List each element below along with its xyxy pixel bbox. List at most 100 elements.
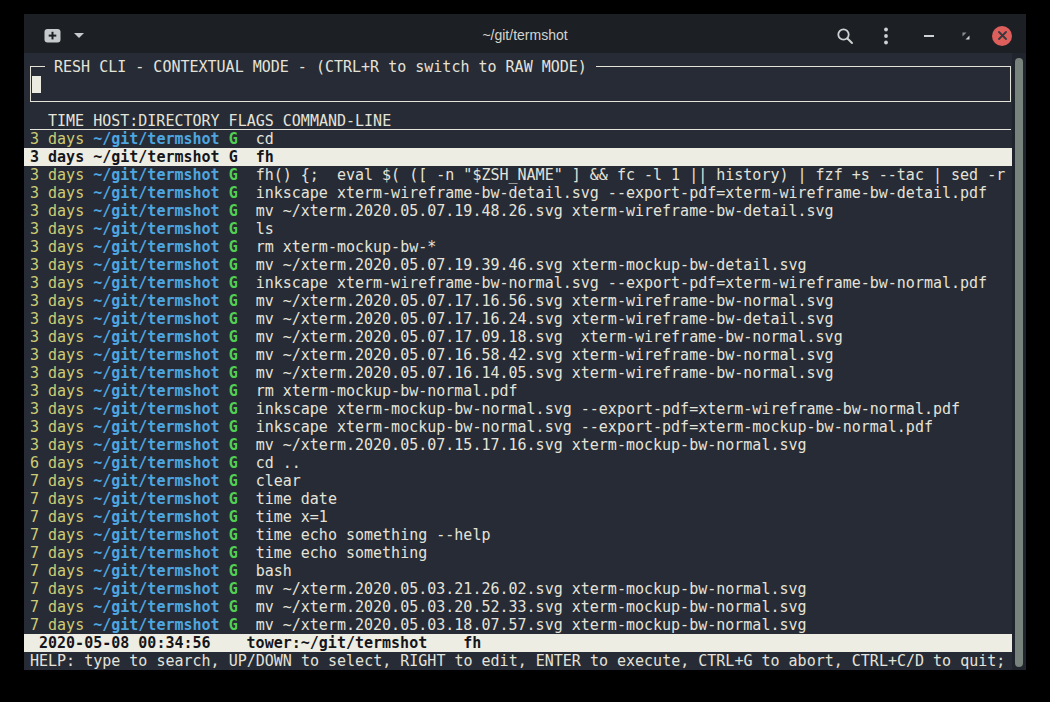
row-flags: G [229, 616, 238, 634]
row-command: inkscape xterm-wireframe-bw-normal.svg -… [256, 274, 988, 292]
row-command: fh() {; eval $( ([ -n "$ZSH_NAME" ] && f… [256, 166, 1006, 184]
history-row[interactable]: 3 days~/git/termshotGmv ~/xterm.2020.05.… [24, 310, 1012, 328]
row-flags: G [229, 526, 238, 544]
row-command: time x=1 [256, 508, 328, 526]
row-host-directory: ~/git/termshot [93, 562, 219, 580]
row-host-directory: ~/git/termshot [93, 508, 219, 526]
row-time: 3 days [30, 364, 84, 382]
text-cursor [32, 76, 41, 93]
row-flags: G [229, 184, 238, 202]
history-row[interactable]: 7 days~/git/termshotGmv ~/xterm.2020.05.… [24, 616, 1012, 634]
status-bar: 2020-05-08 00:34:56tower:~/git/termshotf… [24, 634, 1012, 652]
search-button[interactable] [835, 16, 855, 55]
row-command: mv ~/xterm.2020.05.07.16.14.05.svg xterm… [256, 364, 834, 382]
row-command: bash [256, 562, 292, 580]
row-flags: G [229, 256, 238, 274]
history-row[interactable]: 6 days~/git/termshotGcd .. [24, 454, 1012, 472]
row-time: 7 days [30, 562, 84, 580]
row-host-directory: ~/git/termshot [93, 418, 219, 436]
row-time: 3 days [30, 436, 84, 454]
history-row[interactable]: 3 days~/git/termshotGfh [24, 148, 1012, 166]
history-row[interactable]: 7 days~/git/termshotGtime echo something [24, 544, 1012, 562]
row-time: 3 days [30, 346, 84, 364]
row-host-directory: ~/git/termshot [93, 490, 219, 508]
history-row[interactable]: 7 days~/git/termshotGclear [24, 472, 1012, 490]
row-time: 7 days [30, 490, 84, 508]
row-host-directory: ~/git/termshot [93, 256, 219, 274]
row-command: rm xterm-mockup-bw-normal.pdf [256, 382, 518, 400]
minimize-button[interactable] [923, 16, 936, 55]
history-row[interactable]: 7 days~/git/termshotGmv ~/xterm.2020.05.… [24, 580, 1012, 598]
row-flags: G [229, 436, 238, 454]
history-row[interactable]: 3 days~/git/termshotGinkscape xterm-mock… [24, 400, 1012, 418]
row-flags: G [229, 328, 238, 346]
row-time: 7 days [30, 472, 84, 490]
history-row[interactable]: 7 days~/git/termshotGmv ~/xterm.2020.05.… [24, 598, 1012, 616]
row-command: mv ~/xterm.2020.05.07.19.39.46.svg xterm… [256, 256, 807, 274]
history-row[interactable]: 3 days~/git/termshotGinkscape xterm-mock… [24, 418, 1012, 436]
row-command: mv ~/xterm.2020.05.07.16.58.42.svg xterm… [256, 346, 834, 364]
row-time: 7 days [30, 526, 84, 544]
row-time: 3 days [30, 166, 84, 184]
row-flags: G [229, 562, 238, 580]
history-row[interactable]: 7 days ~/git/termshot Gbash [24, 562, 1012, 580]
row-command: mv ~/xterm.2020.05.07.17.16.24.svg xterm… [256, 310, 834, 328]
history-row[interactable]: 3 days~/git/termshotGmv ~/xterm.2020.05.… [24, 292, 1012, 310]
row-command: cd .. [256, 454, 301, 472]
row-command: mv ~/xterm.2020.05.03.18.07.57.svg xterm… [256, 616, 807, 634]
row-time: 3 days [30, 418, 84, 436]
menu-button[interactable] [879, 16, 893, 55]
row-host-directory: ~/git/termshot [93, 292, 219, 310]
history-row[interactable]: 3 days~/git/termshotGmv ~/xterm.2020.05.… [24, 256, 1012, 274]
history-row[interactable]: 3 days~/git/termshotGmv ~/xterm.2020.05.… [24, 346, 1012, 364]
row-time: 3 days [30, 202, 84, 220]
history-row[interactable]: 3 days~/git/termshotGfh() {; eval $( ([ … [24, 166, 1012, 184]
restore-button[interactable] [959, 16, 972, 55]
history-row[interactable]: 3 days~/git/termshotGmv ~/xterm.2020.05.… [24, 436, 1012, 454]
row-flags: G [229, 364, 238, 382]
close-button[interactable] [991, 16, 1013, 55]
row-command: inkscape xterm-mockup-bw-normal.svg --ex… [256, 400, 960, 418]
row-command: mv ~/xterm.2020.05.07.15.17.16.svg xterm… [256, 436, 807, 454]
row-flags: G [229, 238, 238, 256]
row-command: time echo something [256, 544, 428, 562]
resh-input-panel[interactable]: RESH CLI - CONTEXTUAL MODE - (CTRL+R to … [30, 66, 1011, 102]
history-row[interactable]: 3 days~/git/termshotGmv ~/xterm.2020.05.… [24, 202, 1012, 220]
row-host-directory: ~/git/termshot [93, 274, 219, 292]
history-row[interactable]: 7 days~/git/termshotGtime date [24, 490, 1012, 508]
row-flags: G [229, 310, 238, 328]
history-row[interactable]: 3 days~/git/termshotGmv ~/xterm.2020.05.… [24, 364, 1012, 382]
history-row[interactable]: 3 days~/git/termshotGrm xterm-mockup-bw-… [24, 382, 1012, 400]
scrollbar-thumb[interactable] [1015, 58, 1023, 667]
row-time: 3 days [30, 220, 84, 238]
row-command: mv ~/xterm.2020.05.07.17.09.18.svg xterm… [256, 328, 843, 346]
row-flags: G [229, 400, 238, 418]
row-host-directory: ~/git/termshot [93, 580, 219, 598]
history-row[interactable]: 7 days~/git/termshotGtime x=1 [24, 508, 1012, 526]
row-host-directory: ~/git/termshot [93, 202, 219, 220]
restore-icon [961, 31, 971, 41]
row-command: cd [256, 130, 274, 148]
terminal-screen: RESH CLI - CONTEXTUAL MODE - (CTRL+R to … [24, 53, 1026, 670]
row-time: 3 days [30, 148, 84, 166]
row-host-directory: ~/git/termshot [93, 346, 219, 364]
history-row[interactable]: 3 days~/git/termshotGinkscape xterm-wire… [24, 274, 1012, 292]
row-flags: G [229, 202, 238, 220]
row-host-directory: ~/git/termshot [93, 598, 219, 616]
history-row[interactable]: 3 days~/git/termshotGinkscape xterm-wire… [24, 184, 1012, 202]
row-flags: G [229, 598, 238, 616]
row-host-directory: ~/git/termshot [93, 148, 219, 166]
row-time: 7 days [30, 616, 84, 634]
history-row[interactable]: 3 days~/git/termshotGls [24, 220, 1012, 238]
row-command: time echo something --help [256, 526, 491, 544]
history-row[interactable]: 7 days~/git/termshotGtime echo something… [24, 526, 1012, 544]
history-row[interactable]: 3 days~/git/termshotGrm xterm-mockup-bw-… [24, 238, 1012, 256]
row-time: 3 days [30, 274, 84, 292]
row-flags: G [229, 292, 238, 310]
row-flags: G [229, 382, 238, 400]
history-row[interactable]: 3 days~/git/termshotGcd [24, 130, 1012, 148]
terminal-window: ~/git/termshot [24, 14, 1026, 670]
row-host-directory: ~/git/termshot [93, 544, 219, 562]
status-datetime: 2020-05-08 00:34:56 [39, 634, 211, 652]
history-row[interactable]: 3 days~/git/termshotGmv ~/xterm.2020.05.… [24, 328, 1012, 346]
